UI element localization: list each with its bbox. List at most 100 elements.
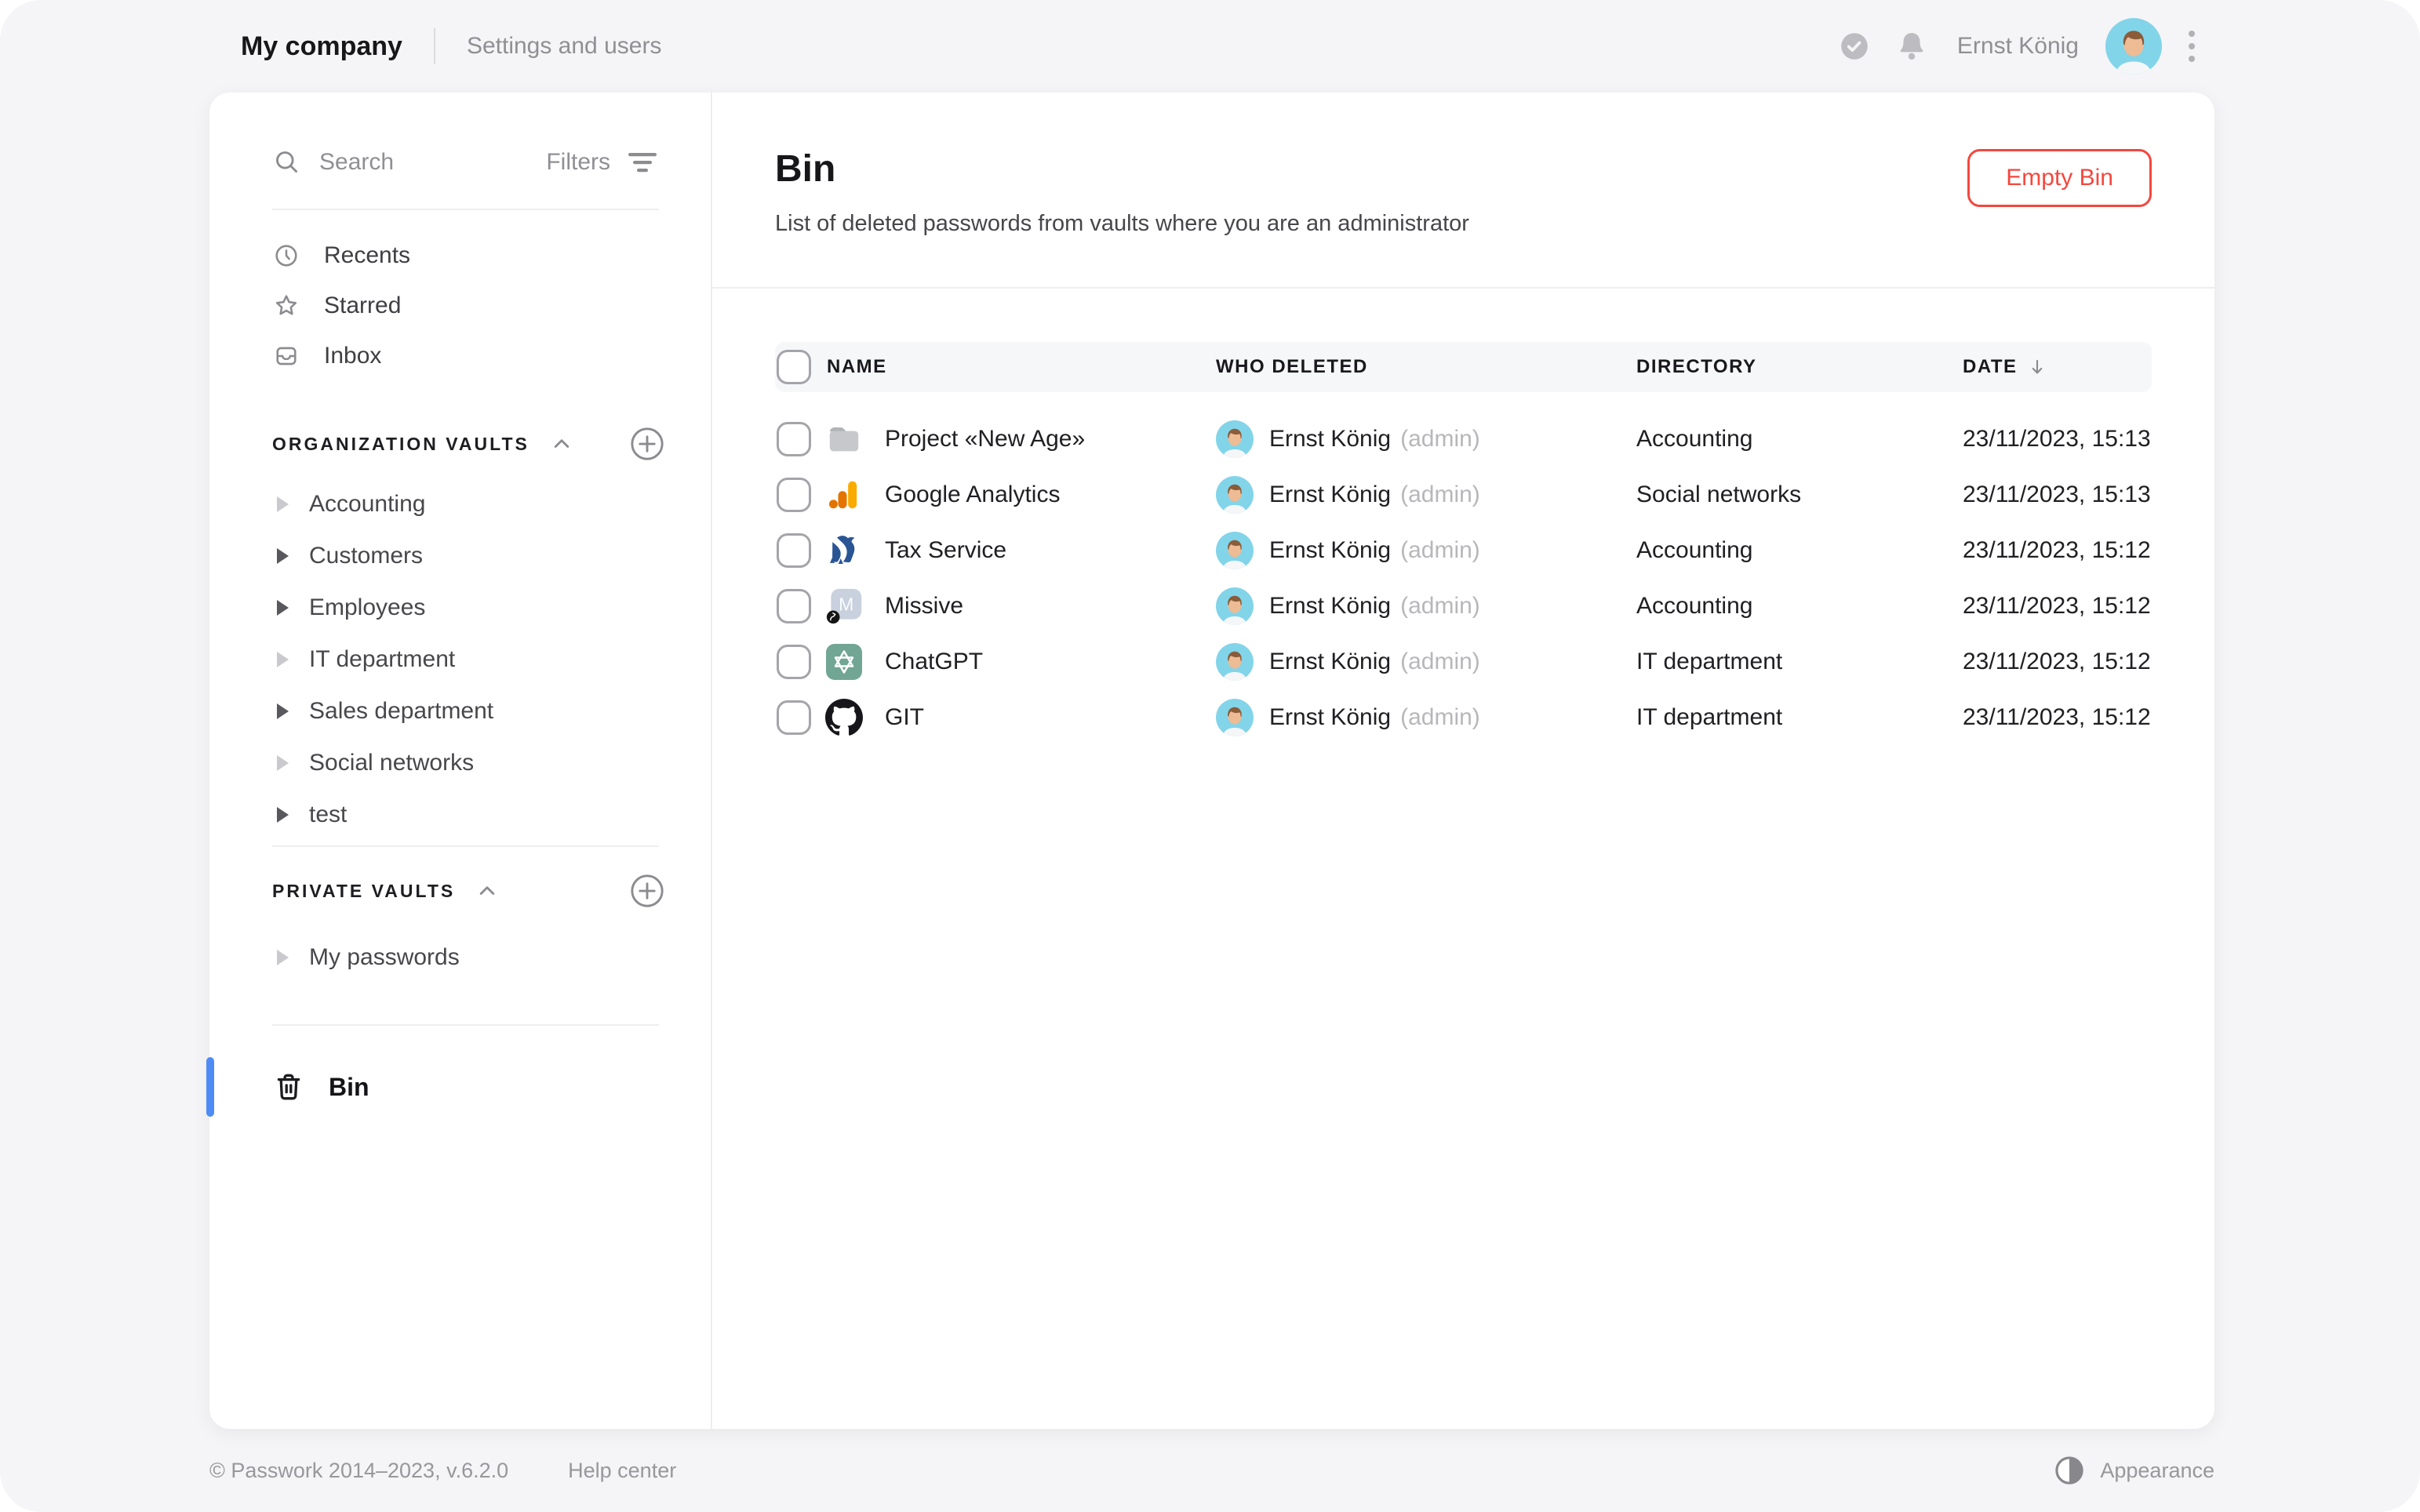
kebab-menu-icon[interactable]: [2187, 27, 2196, 65]
expand-arrow-icon[interactable]: [277, 703, 289, 719]
sidebar-item-starred[interactable]: Starred: [272, 281, 659, 331]
missive-icon: M: [825, 587, 863, 625]
directory: IT department: [1636, 649, 1963, 675]
who-deleted-name: Ernst König: [1269, 537, 1391, 564]
check-circle-icon[interactable]: [1838, 30, 1871, 63]
vault-item-employees[interactable]: Employees: [272, 582, 659, 634]
filters-label: Filters: [546, 149, 610, 176]
vault-item-customers[interactable]: Customers: [272, 530, 659, 582]
chevron-up-icon[interactable]: [474, 878, 500, 904]
avatar: [1216, 476, 1254, 514]
row-checkbox[interactable]: [777, 533, 811, 568]
avatar: [1216, 587, 1254, 625]
avatar: [1216, 643, 1254, 681]
row-checkbox[interactable]: [777, 422, 811, 456]
sidebar-item-bin[interactable]: Bin: [272, 1049, 659, 1125]
topbar-section-label[interactable]: Settings and users: [467, 33, 661, 60]
vault-label: Accounting: [309, 491, 425, 518]
column-header-who-deleted[interactable]: WHO DELETED: [1216, 356, 1636, 378]
vault-item-test[interactable]: test: [272, 789, 659, 841]
who-deleted-name: Ernst König: [1269, 649, 1391, 675]
table-row[interactable]: Google Analytics Ernst König (admin) Soc…: [775, 467, 2152, 522]
company-name[interactable]: My company: [241, 31, 402, 62]
private-vaults-list: My passwords: [272, 932, 659, 1026]
nav-label: Inbox: [324, 343, 381, 369]
expand-arrow-icon[interactable]: [277, 548, 289, 564]
expand-arrow-icon[interactable]: [277, 600, 289, 616]
sidebar-item-recents[interactable]: Recents: [272, 231, 659, 281]
password-name: ChatGPT: [885, 649, 983, 675]
footer: © Passwork 2014–2023, v.6.2.0 Help cente…: [209, 1421, 2214, 1512]
search-input[interactable]: Search: [319, 149, 394, 176]
table-row[interactable]: M Missive Ernst König (admin) Accounting…: [775, 578, 2152, 634]
vault-label: Sales department: [309, 698, 493, 725]
vault-label: Social networks: [309, 750, 474, 776]
vault-item-my-passwords[interactable]: My passwords: [272, 932, 659, 983]
vault-label: Employees: [309, 594, 425, 621]
app-window: My company Settings and users Ernst Köni…: [0, 0, 2420, 1512]
table-row[interactable]: Project «New Age» Ernst König (admin) Ac…: [775, 411, 2152, 467]
user-name[interactable]: Ernst König: [1957, 33, 2079, 60]
row-checkbox[interactable]: [777, 645, 811, 679]
filters-button[interactable]: Filters: [546, 148, 659, 176]
password-name: Tax Service: [885, 537, 1006, 564]
who-deleted-name: Ernst König: [1269, 704, 1391, 731]
who-deleted-role: (admin): [1400, 704, 1480, 731]
vault-label: test: [309, 801, 347, 828]
directory: IT department: [1636, 704, 1963, 731]
appearance-button[interactable]: Appearance: [2053, 1454, 2214, 1487]
clock-icon: [272, 242, 300, 270]
column-header-date[interactable]: DATE: [1963, 355, 2152, 379]
page-header: Bin List of deleted passwords from vault…: [712, 93, 2214, 289]
add-private-vault-button[interactable]: [629, 873, 665, 909]
expand-arrow-icon[interactable]: [277, 755, 289, 771]
vault-label: My passwords: [309, 944, 460, 971]
who-deleted-role: (admin): [1400, 537, 1480, 564]
help-center-link[interactable]: Help center: [568, 1459, 676, 1483]
vault-item-sales-department[interactable]: Sales department: [272, 685, 659, 737]
section-title: ORGANIZATION VAULTS: [272, 434, 529, 455]
column-header-name[interactable]: NAME: [827, 356, 1216, 378]
chevron-up-icon[interactable]: [548, 431, 575, 457]
table-row[interactable]: Tax Service Ernst König (admin) Accounti…: [775, 522, 2152, 578]
add-vault-button[interactable]: [629, 426, 665, 462]
expand-arrow-icon[interactable]: [277, 807, 289, 823]
sidebar: Search Filters Recents Starred Inbox ORG…: [209, 93, 712, 1429]
directory: Accounting: [1636, 426, 1963, 453]
search-row: Search Filters: [272, 93, 659, 210]
row-checkbox[interactable]: [777, 589, 811, 623]
sort-down-icon: [2025, 355, 2049, 379]
google-analytics-icon: [825, 476, 863, 514]
filter-icon: [626, 148, 659, 176]
table-row[interactable]: GIT Ernst König (admin) IT department 23…: [775, 689, 2152, 745]
topbar: My company Settings and users Ernst Köni…: [0, 0, 2420, 93]
user-avatar[interactable]: [2105, 18, 2162, 75]
empty-bin-button[interactable]: Empty Bin: [1967, 149, 2152, 207]
date: 23/11/2023, 15:12: [1963, 537, 2152, 564]
table-row[interactable]: ChatGPT Ernst König (admin) IT departmen…: [775, 634, 2152, 689]
select-all-checkbox[interactable]: [777, 350, 811, 384]
star-icon: [272, 292, 300, 320]
date: 23/11/2023, 15:13: [1963, 426, 2152, 453]
trash-icon: [272, 1070, 305, 1103]
active-indicator: [206, 1057, 214, 1117]
expand-arrow-icon[interactable]: [277, 652, 289, 667]
directory: Accounting: [1636, 593, 1963, 620]
who-deleted-name: Ernst König: [1269, 482, 1391, 508]
tax-service-icon: [825, 532, 863, 569]
vault-item-it-department[interactable]: IT department: [272, 634, 659, 685]
sidebar-item-inbox[interactable]: Inbox: [272, 331, 659, 381]
row-checkbox[interactable]: [777, 700, 811, 735]
row-checkbox[interactable]: [777, 478, 811, 512]
vault-item-social-networks[interactable]: Social networks: [272, 737, 659, 789]
password-name: Project «New Age»: [885, 426, 1085, 453]
inbox-icon: [272, 342, 300, 370]
notifications-bell-icon[interactable]: [1894, 29, 1929, 64]
expand-arrow-icon[interactable]: [277, 950, 289, 965]
who-deleted-role: (admin): [1400, 649, 1480, 675]
vault-item-accounting[interactable]: Accounting: [272, 478, 659, 530]
expand-arrow-icon[interactable]: [277, 496, 289, 512]
date: 23/11/2023, 15:13: [1963, 482, 2152, 508]
column-header-directory[interactable]: DIRECTORY: [1636, 356, 1963, 378]
bin-table: NAME WHO DELETED DIRECTORY DATE Project …: [775, 342, 2152, 745]
